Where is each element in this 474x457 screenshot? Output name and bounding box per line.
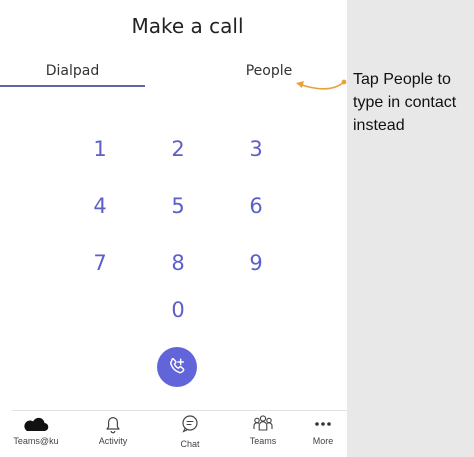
nav-label-more: More xyxy=(312,436,334,446)
page-title: Make a call xyxy=(131,14,244,38)
dialpad-key-8[interactable]: 8 xyxy=(158,246,198,280)
nav-label-activity: Activity xyxy=(98,436,128,446)
phone-plus-icon xyxy=(166,356,188,378)
nav-item-activity[interactable]: Activity xyxy=(81,413,145,453)
callout-arrow-icon xyxy=(296,79,347,90)
cloud-icon xyxy=(4,413,68,435)
nav-item-teams-ku[interactable]: Teams@ku xyxy=(4,413,68,453)
dialpad-key-2[interactable]: 2 xyxy=(158,132,198,166)
active-tab-indicator xyxy=(0,85,145,87)
bottom-nav-divider xyxy=(12,410,347,411)
nav-item-teams[interactable]: Teams xyxy=(231,413,295,453)
more-icon xyxy=(291,413,347,435)
nav-item-more[interactable]: More xyxy=(291,413,347,453)
dialpad-key-5[interactable]: 5 xyxy=(158,189,198,223)
bell-icon xyxy=(81,413,145,435)
tab-dialpad[interactable]: Dialpad xyxy=(0,63,145,79)
phone-screen: Make a call Dialpad People 1 2 3 4 5 6 7… xyxy=(0,0,347,457)
nav-item-chat[interactable]: Chat xyxy=(158,413,222,453)
chat-icon xyxy=(158,413,222,435)
callout-text: Tap People to type in contact instead xyxy=(353,71,457,134)
nav-label-teams-ku: Teams@ku xyxy=(13,436,59,446)
dialpad-key-3[interactable]: 3 xyxy=(236,132,276,166)
dialpad-key-7[interactable]: 7 xyxy=(80,246,120,280)
dialpad-key-6[interactable]: 6 xyxy=(236,189,276,223)
dialpad-key-4[interactable]: 4 xyxy=(80,189,120,223)
dialpad-key-0[interactable]: 0 xyxy=(158,293,198,327)
call-button[interactable] xyxy=(157,347,197,387)
teams-icon xyxy=(231,413,295,435)
dialpad-key-9[interactable]: 9 xyxy=(236,246,276,280)
nav-label-teams: Teams xyxy=(249,436,277,446)
dialpad-key-1[interactable]: 1 xyxy=(80,132,120,166)
nav-label-chat: Chat xyxy=(180,439,200,449)
